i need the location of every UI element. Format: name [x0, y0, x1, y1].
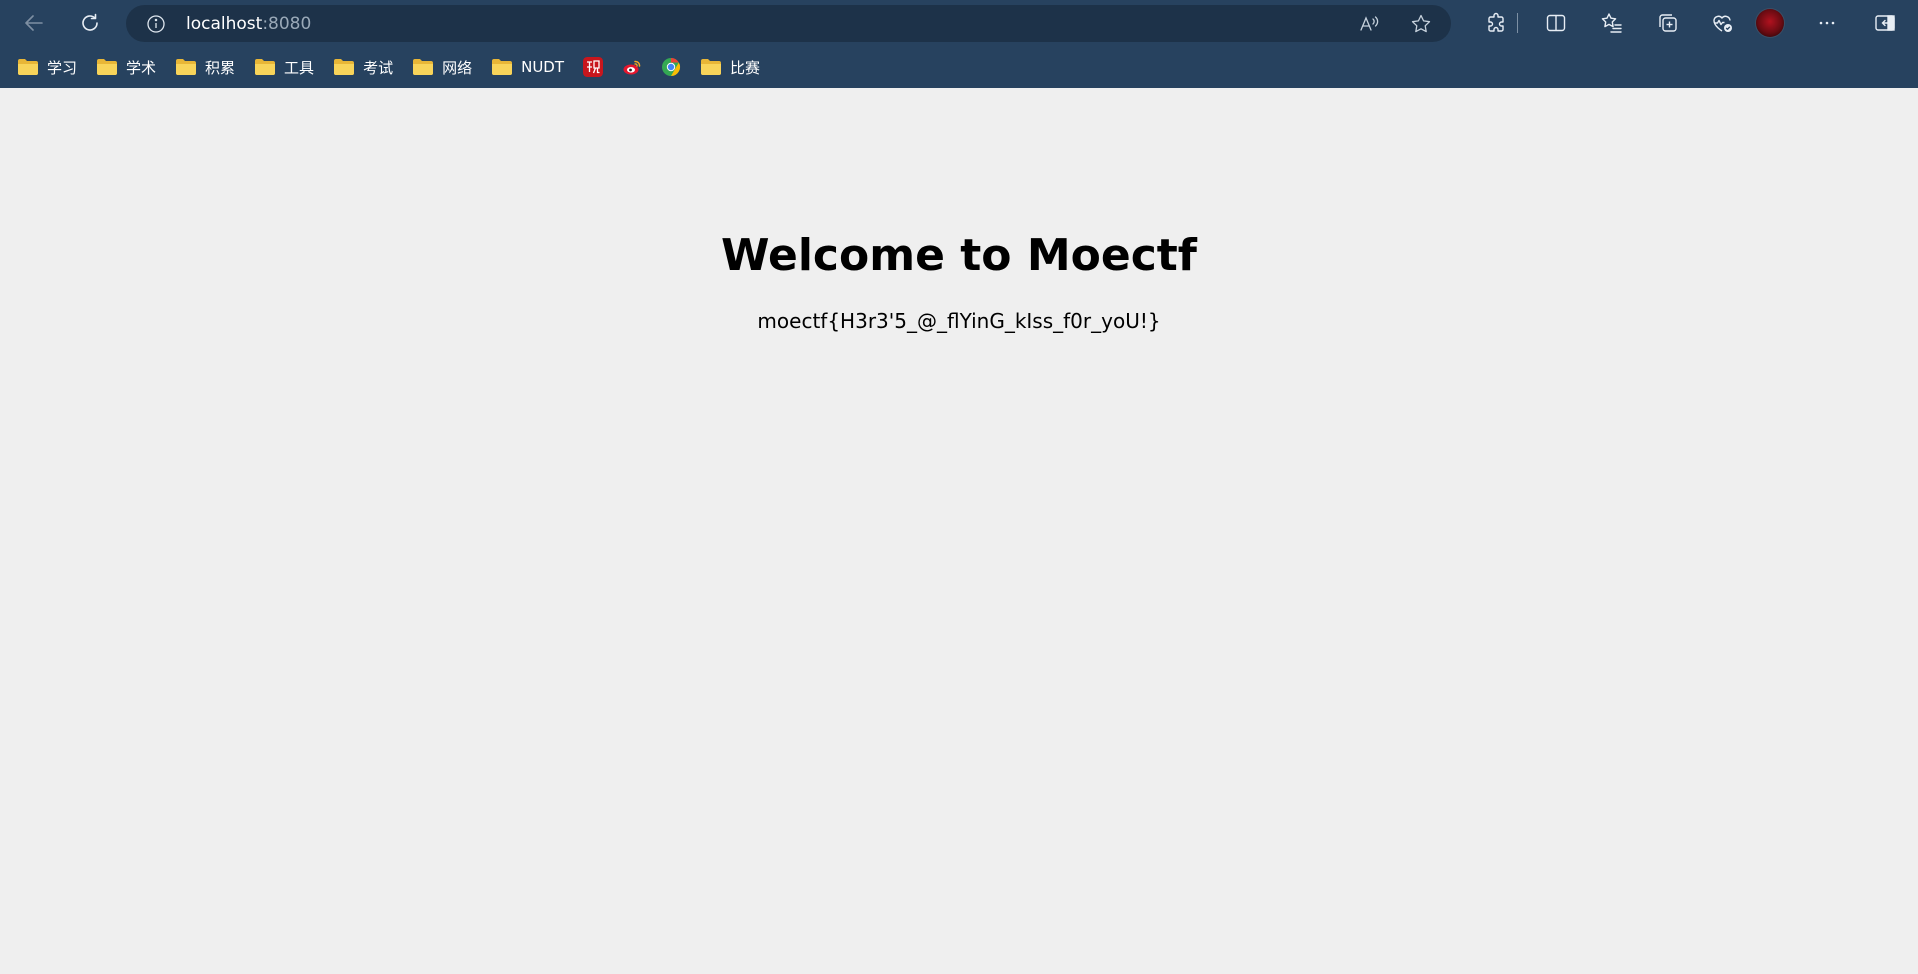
bookmark-label: 积累	[205, 58, 236, 77]
bookmark-folder-nudt[interactable]: NUDT	[487, 53, 568, 81]
folder-icon	[413, 59, 434, 75]
bookmark-site-guan[interactable]	[579, 53, 607, 81]
folder-icon	[334, 59, 355, 75]
bookmark-label: 网络	[442, 58, 473, 77]
bookmark-label: 比赛	[730, 58, 761, 77]
extensions-icon[interactable]	[1485, 11, 1509, 35]
site-info-icon[interactable]	[146, 14, 166, 34]
split-screen-icon[interactable]	[1544, 11, 1568, 35]
profile-avatar[interactable]	[1756, 9, 1784, 37]
folder-icon	[176, 59, 197, 75]
bookmark-site-chrome-like[interactable]	[657, 53, 685, 81]
weibo-icon	[623, 60, 641, 75]
page-content: Welcome to Moectf moectf{H3r3'5_@_flYinG…	[0, 88, 1918, 333]
bookmark-folder-wangluo[interactable]: 网络	[408, 53, 476, 81]
bookmark-folder-gongju[interactable]: 工具	[250, 53, 318, 81]
url-port: :8080	[262, 14, 312, 34]
bookmark-site-weibo[interactable]	[618, 53, 646, 81]
page-title: Welcome to Moectf	[721, 230, 1197, 281]
address-bar[interactable]: localhost:8080	[126, 5, 1451, 42]
back-button[interactable]	[14, 3, 54, 43]
folder-icon	[97, 59, 118, 75]
flag-text: moectf{H3r3'5_@_flYinG_kIss_f0r_yoU!}	[757, 309, 1161, 333]
folder-icon	[18, 59, 38, 75]
browser-essentials-icon[interactable]	[1710, 11, 1734, 35]
folder-icon	[492, 59, 513, 75]
more-options-icon[interactable]	[1815, 11, 1839, 35]
bookmark-folder-kaoshi[interactable]: 考试	[329, 53, 397, 81]
guan-site-icon	[583, 57, 604, 77]
bookmark-folder-bisai[interactable]: 比赛	[696, 53, 764, 81]
bookmark-folder-jilei[interactable]: 积累	[171, 53, 239, 81]
reload-icon	[82, 13, 98, 31]
back-arrow-icon	[25, 15, 43, 31]
folder-icon	[701, 59, 722, 75]
browser-toolbar: localhost:8080	[0, 0, 1918, 46]
collections-icon[interactable]	[1656, 11, 1680, 35]
reload-button[interactable]	[70, 3, 110, 43]
bookmark-label: NUDT	[521, 58, 565, 76]
read-aloud-icon[interactable]	[1358, 13, 1380, 35]
url-host: localhost	[186, 14, 263, 34]
bookmark-label: 工具	[284, 58, 315, 77]
bookmark-label: 考试	[363, 58, 394, 77]
bookmark-label: 学术	[126, 58, 157, 77]
bookmark-label: 学习	[47, 58, 78, 77]
toolbar-right-icons	[1470, 0, 1918, 46]
folder-icon	[255, 59, 276, 75]
bookmark-folder-xueshu[interactable]: 学术	[92, 53, 160, 81]
add-favorite-icon[interactable]	[1410, 13, 1432, 35]
toolbar-divider	[1517, 13, 1518, 33]
sidebar-toggle-icon[interactable]	[1873, 11, 1897, 35]
url-text[interactable]: localhost:8080	[186, 14, 311, 34]
browser-chrome: localhost:8080 学习 学术 积累 工具 考试 网络 NUDT 比赛	[0, 0, 1918, 88]
chrome-like-site-icon	[662, 58, 681, 76]
bookmarks-bar: 学习 学术 积累 工具 考试 网络 NUDT 比赛	[0, 46, 1918, 88]
favorites-icon[interactable]	[1600, 11, 1624, 35]
bookmark-folder-xuexi[interactable]: 学习	[13, 53, 81, 81]
